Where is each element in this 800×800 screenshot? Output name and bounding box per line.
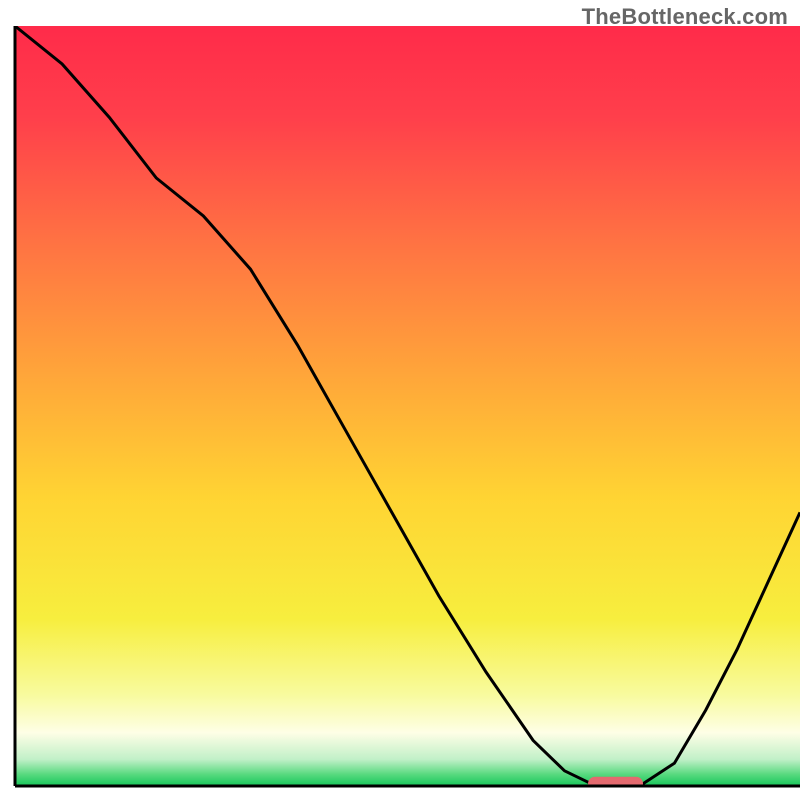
bottleneck-chart bbox=[0, 0, 800, 800]
gradient-background bbox=[15, 26, 800, 786]
optimal-marker bbox=[588, 777, 643, 791]
watermark-label: TheBottleneck.com bbox=[582, 4, 788, 30]
